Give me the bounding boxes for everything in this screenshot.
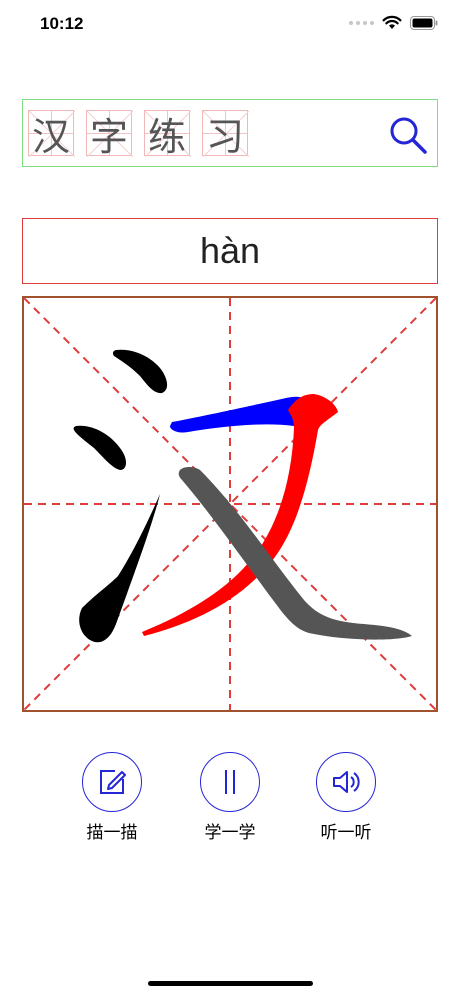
wifi-icon — [382, 15, 402, 29]
stroke-hook — [142, 394, 338, 636]
search-icon — [390, 117, 427, 154]
pinyin-text: hàn — [199, 230, 261, 271]
learn-label: 学一学 — [204, 823, 256, 843]
pinyin-box: hàn — [22, 218, 438, 284]
status-time: 10:12 — [40, 14, 84, 33]
trace-label: 描一描 — [86, 823, 138, 843]
title-char-cell: 汉 — [28, 110, 75, 159]
title-char: 字 — [89, 114, 128, 159]
title-char-cell: 字 — [86, 110, 133, 159]
stroke-dot-top — [112, 349, 168, 394]
listen-circle[interactable] — [316, 752, 376, 812]
title-char: 汉 — [31, 114, 70, 159]
home-indicator[interactable] — [148, 981, 313, 986]
cellular-signal-icon — [349, 20, 374, 25]
title-char-cell: 练 — [144, 110, 191, 159]
status-bar: 10:12 — [0, 0, 460, 50]
battery-icon — [410, 15, 438, 30]
learn-button[interactable]: 学一学 — [190, 752, 270, 843]
title-char: 习 — [205, 114, 244, 159]
stroke-horizontal — [170, 396, 307, 433]
status-icons — [349, 15, 438, 30]
title-char: 练 — [147, 114, 186, 159]
trace-button[interactable]: 描一描 — [72, 752, 152, 843]
character-canvas — [24, 298, 436, 710]
title-chars: 汉 字 练 习 — [28, 110, 249, 159]
stroke-rising — [79, 494, 160, 643]
edit-icon — [100, 770, 126, 794]
action-bar: 描一描 学一学 听一听 — [0, 752, 460, 852]
stroke-dot-middle — [73, 425, 126, 470]
title-banner: 汉 字 练 习 — [22, 99, 438, 167]
title-char-cell: 习 — [202, 110, 249, 159]
writing-grid[interactable] — [22, 296, 438, 712]
learn-circle[interactable] — [200, 752, 260, 812]
listen-label: 听一听 — [320, 823, 372, 843]
search-button[interactable] — [387, 114, 429, 156]
speaker-icon — [333, 771, 360, 793]
listen-button[interactable]: 听一听 — [306, 752, 386, 843]
trace-circle[interactable] — [82, 752, 142, 812]
pause-icon — [225, 770, 235, 794]
